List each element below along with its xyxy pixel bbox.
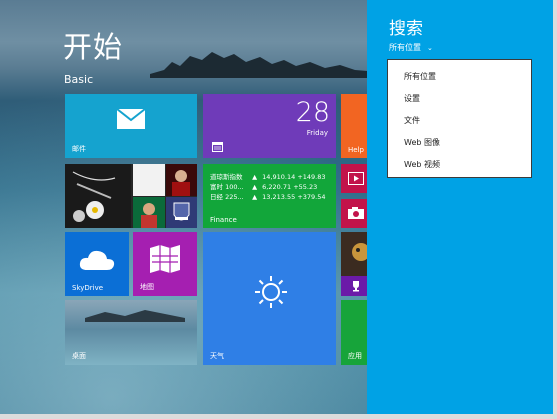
- calendar-weekday: Friday: [306, 129, 328, 137]
- tile-weather[interactable]: 天气: [203, 232, 336, 365]
- tile-label: 地图: [140, 283, 154, 291]
- guitar-flower-photo: [65, 164, 131, 228]
- trophy-icon: [353, 281, 359, 292]
- calendar-icon: [212, 142, 223, 152]
- index-name: 日经 225...: [210, 193, 244, 201]
- cloud-icon: [79, 250, 115, 270]
- tile-label: 桌面: [72, 352, 86, 360]
- tile-label: 应用: [348, 352, 362, 360]
- search-scope-dropdown: 所有位置 设置 文件 Web 图像 Web 视频: [387, 59, 532, 178]
- tile-skydrive[interactable]: SkyDrive: [65, 232, 129, 296]
- camera-icon: [348, 207, 364, 219]
- tile-people[interactable]: [65, 164, 197, 228]
- search-scope-value: 所有位置: [389, 43, 421, 52]
- index-name: 富时 100...: [210, 183, 244, 191]
- index-change: +149.83: [297, 173, 326, 181]
- index-change: +379.54: [297, 193, 326, 201]
- tile-desktop[interactable]: 桌面: [65, 300, 197, 365]
- start-title: 开始: [63, 30, 124, 64]
- window-edge: [553, 0, 557, 419]
- people-photo: [133, 164, 165, 196]
- index-value: 6,220.71: [262, 183, 292, 191]
- scope-option-web-images[interactable]: Web 图像: [404, 137, 440, 148]
- tile-label: SkyDrive: [72, 284, 104, 292]
- scope-option-settings[interactable]: 设置: [404, 93, 420, 104]
- up-arrow-icon: ▲: [252, 193, 258, 201]
- up-arrow-icon: ▲: [252, 183, 258, 191]
- search-charm-pane: 搜索 所有位置 ⌄ 所有位置 设置 文件 Web 图像 Web 视频: [367, 0, 557, 419]
- group-title: Basic: [64, 73, 94, 86]
- window-edge: [0, 414, 557, 419]
- scope-option-web-videos[interactable]: Web 视频: [404, 159, 440, 170]
- scope-option-all[interactable]: 所有位置: [404, 71, 436, 82]
- tile-label: 天气: [210, 352, 224, 360]
- finance-row: 富时 100... ▲ 6,220.71 +55.23: [210, 181, 317, 191]
- finance-row: 道琼斯指数 ▲ 14,910.14 +149.83: [210, 171, 326, 181]
- search-title: 搜索: [389, 19, 423, 39]
- people-photo: [166, 197, 197, 228]
- tile-label: 邮件: [72, 145, 86, 153]
- tile-label: Finance: [210, 216, 237, 224]
- chevron-down-icon: ⌄: [427, 44, 433, 52]
- index-value: 14,910.14: [262, 173, 296, 181]
- calendar-day: 28: [295, 97, 330, 128]
- sun-icon: [255, 276, 287, 308]
- tile-finance[interactable]: 道琼斯指数 ▲ 14,910.14 +149.83 富时 100... ▲ 6,…: [203, 164, 336, 228]
- video-icon: [348, 172, 364, 185]
- index-value: 13,213.55: [262, 193, 296, 201]
- scope-option-files[interactable]: 文件: [404, 115, 420, 126]
- map-icon: [150, 245, 180, 273]
- tile-calendar[interactable]: 28 Friday: [203, 94, 336, 158]
- people-photo: [65, 164, 131, 228]
- index-change: +55.23: [293, 183, 318, 191]
- finance-row: 日经 225... ▲ 13,213.55 +379.54: [210, 191, 326, 201]
- index-name: 道琼斯指数: [210, 173, 243, 181]
- tile-label: Help: [348, 146, 364, 154]
- search-scope-selector[interactable]: 所有位置 ⌄: [389, 42, 433, 53]
- tile-mail[interactable]: 邮件: [65, 94, 197, 158]
- tile-maps[interactable]: 地图: [133, 232, 197, 296]
- mail-icon: [116, 108, 146, 129]
- people-photo: [166, 164, 197, 196]
- people-photo: [133, 197, 165, 228]
- start-screen: 开始 Basic 邮件 28 Friday Help 道琼斯指数 ▲ 14,91…: [0, 0, 557, 419]
- up-arrow-icon: ▲: [252, 173, 258, 181]
